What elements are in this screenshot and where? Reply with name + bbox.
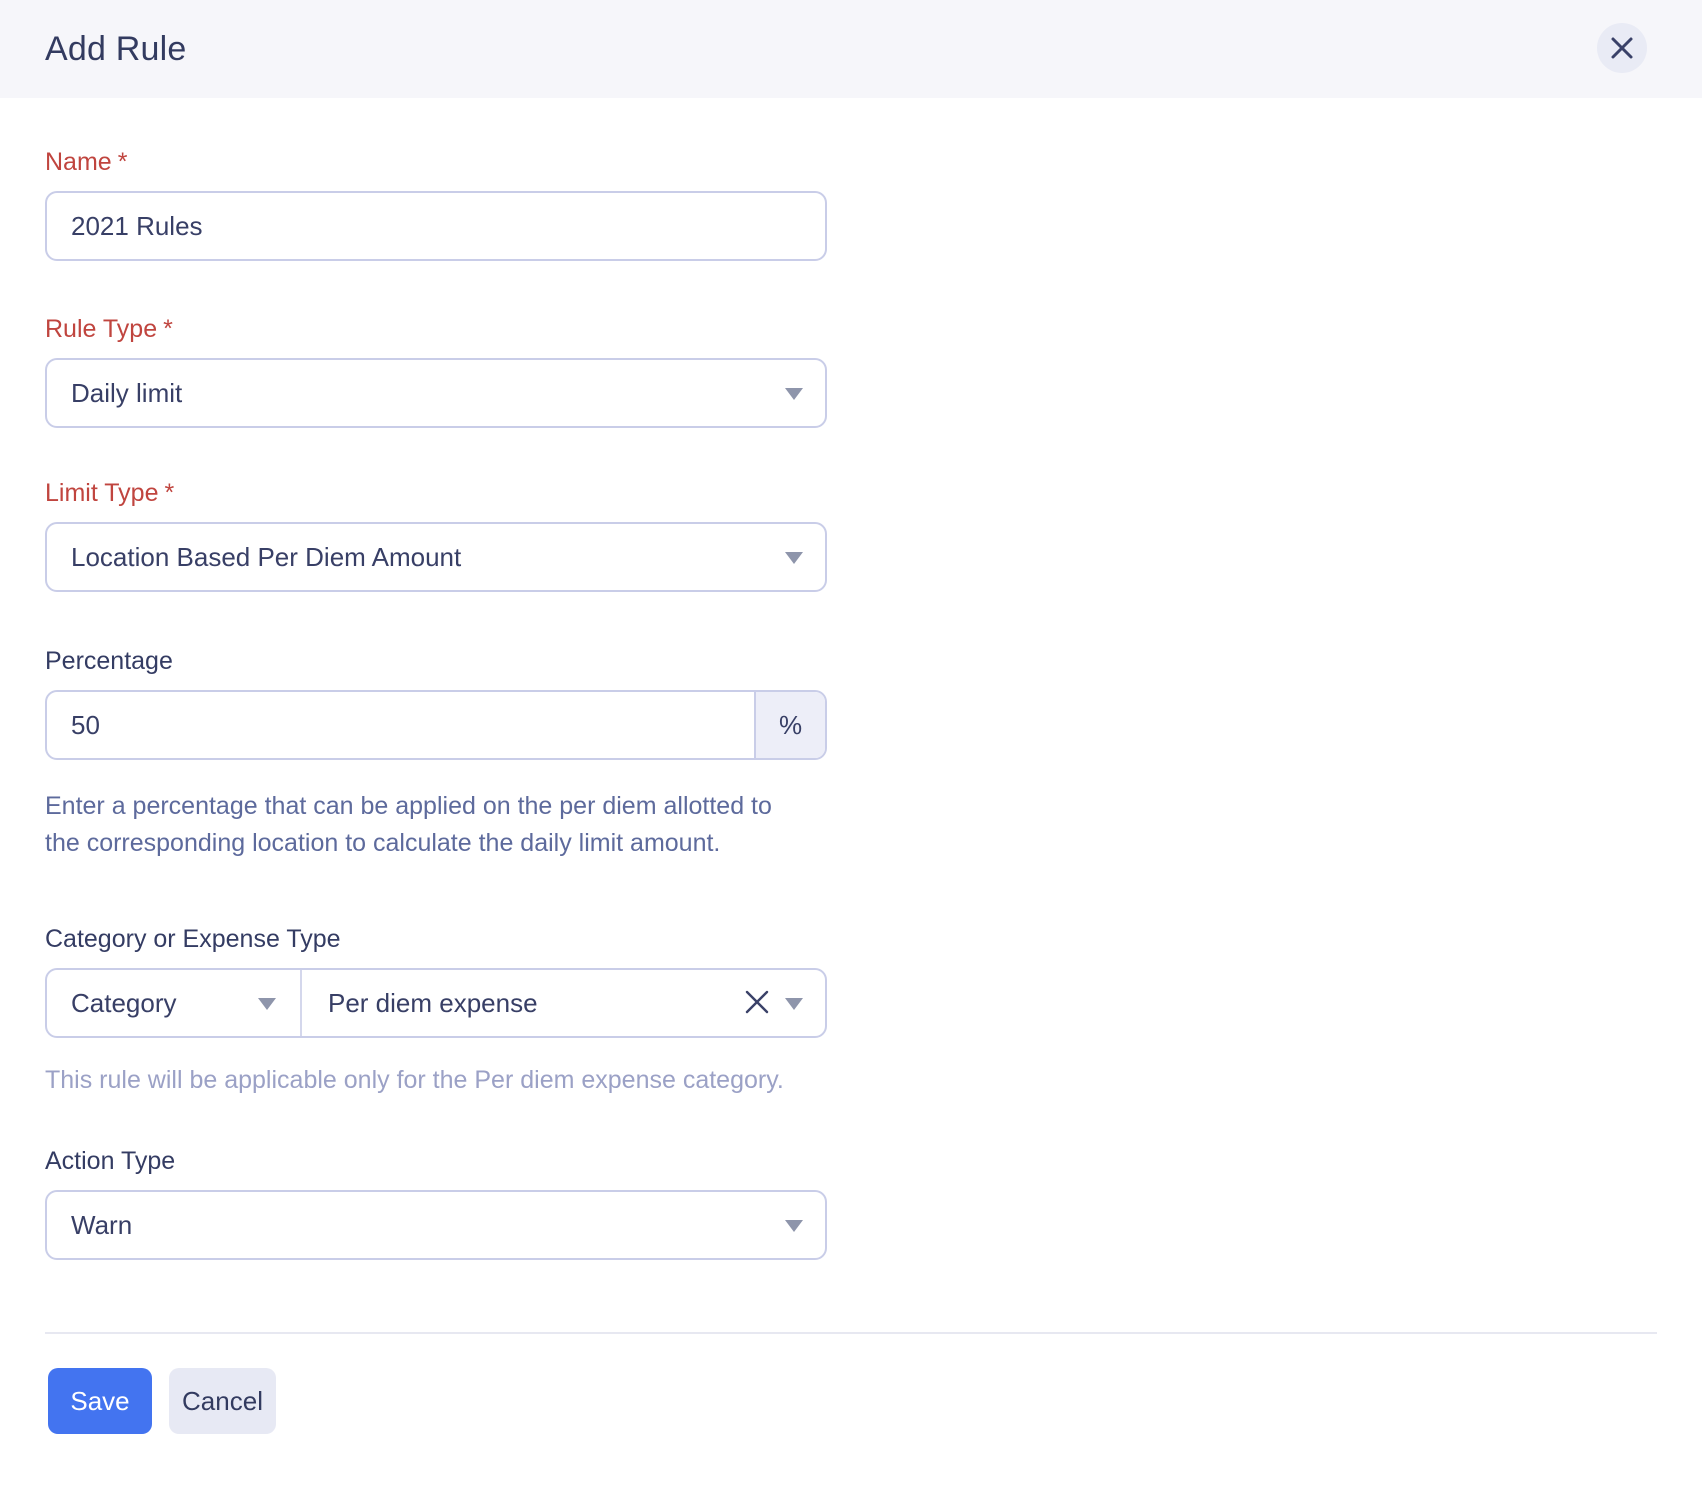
add-rule-form: Name* Rule Type* Daily limit Limit Type*… <box>0 147 1702 1260</box>
limit-type-select[interactable]: Location Based Per Diem Amount <box>45 522 827 592</box>
chevron-down-icon <box>258 998 276 1010</box>
footer-actions: Save Cancel <box>48 1368 1702 1434</box>
action-type-selected-value: Warn <box>47 1210 132 1241</box>
chevron-down-icon <box>785 1220 803 1232</box>
expense-category-selected-value: Per diem expense <box>302 988 538 1019</box>
page-title: Add Rule <box>45 30 186 69</box>
close-icon <box>1609 35 1635 61</box>
percentage-input[interactable] <box>47 692 754 758</box>
cancel-button[interactable]: Cancel <box>169 1368 276 1434</box>
rule-type-label-text: Rule Type <box>45 315 157 343</box>
category-combo-field: Category Per diem expense <box>45 968 827 1038</box>
close-button[interactable] <box>1597 23 1647 73</box>
action-type-select[interactable]: Warn <box>45 1190 827 1260</box>
chevron-down-icon <box>785 998 803 1010</box>
action-type-label: Action Type <box>45 1146 1657 1176</box>
rule-type-select[interactable]: Daily limit <box>45 358 827 428</box>
expense-category-select[interactable]: Per diem expense <box>302 970 825 1036</box>
percentage-helper-text: Enter a percentage that can be applied o… <box>45 788 795 862</box>
required-asterisk: * <box>163 315 173 343</box>
percentage-label: Percentage <box>45 646 1657 676</box>
category-or-expense-type-label: Category or Expense Type <box>45 924 1657 954</box>
rule-type-selected-value: Daily limit <box>47 378 182 409</box>
percent-suffix: % <box>754 692 825 758</box>
footer-divider <box>45 1332 1657 1334</box>
chevron-down-icon <box>785 552 803 564</box>
limit-type-label: Limit Type* <box>45 478 1657 508</box>
chevron-down-icon <box>785 388 803 400</box>
category-helper-text: This rule will be applicable only for th… <box>45 1060 795 1101</box>
category-type-select[interactable]: Category <box>47 970 302 1036</box>
required-asterisk: * <box>164 479 174 507</box>
percentage-field-wrapper: % <box>45 690 827 760</box>
name-field-wrapper <box>45 191 827 261</box>
save-button[interactable]: Save <box>48 1368 152 1434</box>
name-label-text: Name <box>45 148 112 176</box>
limit-type-selected-value: Location Based Per Diem Amount <box>47 542 461 573</box>
limit-type-label-text: Limit Type <box>45 479 158 507</box>
clear-selection-button[interactable] <box>743 989 771 1017</box>
modal-header: Add Rule <box>0 0 1702 98</box>
required-asterisk: * <box>118 148 128 176</box>
name-label: Name* <box>45 147 1657 177</box>
category-type-selected-value: Category <box>47 988 177 1019</box>
rule-type-label: Rule Type* <box>45 314 1657 344</box>
name-input[interactable] <box>47 193 825 259</box>
clear-x-icon <box>744 989 770 1018</box>
